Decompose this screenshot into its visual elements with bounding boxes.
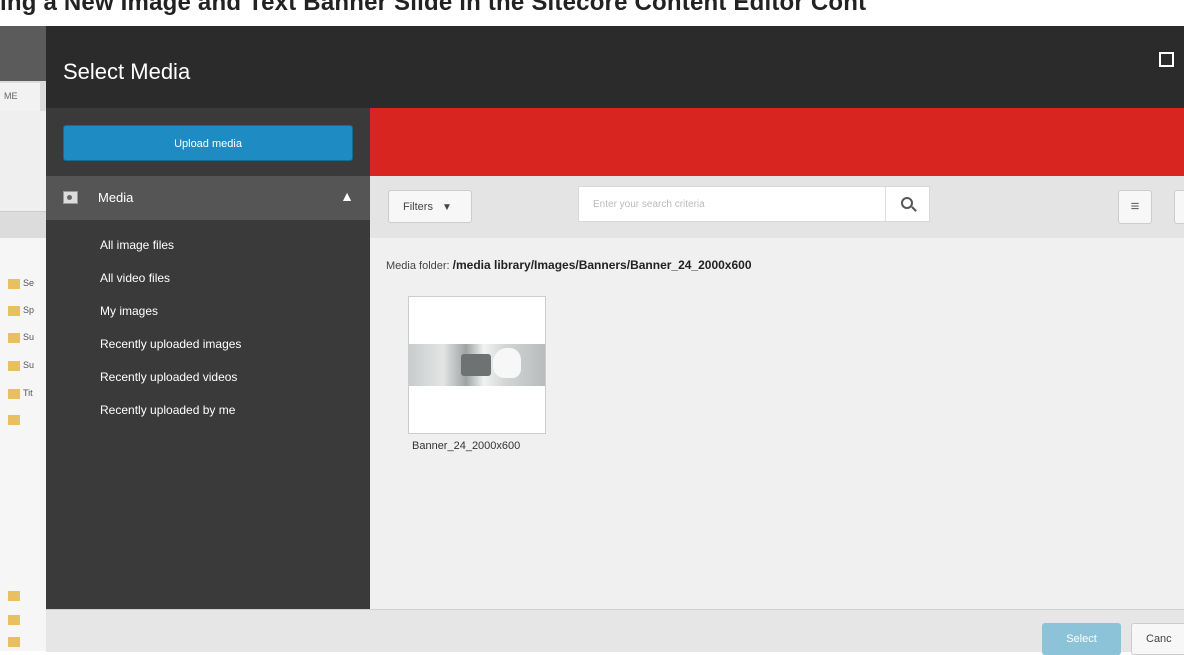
background-pane <box>0 111 46 212</box>
maximize-icon[interactable] <box>1159 52 1174 67</box>
filters-button[interactable]: Filters ▼ <box>388 190 472 223</box>
background-tab: ME <box>0 83 40 111</box>
tree-row <box>8 636 46 650</box>
media-folder-path: Media folder: /media library/Images/Bann… <box>386 258 752 272</box>
folder-icon <box>8 360 20 371</box>
folder-icon <box>8 614 20 625</box>
media-sidebar: Upload media Media ▲ All image files All… <box>46 108 370 609</box>
media-item-name[interactable]: Banner_24_2000x600 <box>412 440 520 452</box>
search-button[interactable] <box>885 187 929 221</box>
accent-banner <box>370 108 1184 176</box>
media-section-header[interactable]: Media ▲ <box>46 176 370 220</box>
media-section-label: Media <box>98 190 134 205</box>
media-item-thumbnail[interactable] <box>408 296 546 434</box>
select-button[interactable]: Select <box>1042 623 1121 655</box>
media-content: Media folder: /media library/Images/Bann… <box>370 238 1184 609</box>
nav-item-recently-uploaded-images[interactable]: Recently uploaded images <box>100 335 241 368</box>
search-input[interactable] <box>579 187 884 221</box>
background-content-editor: ME Se Sp Su Su Tit <box>0 26 46 651</box>
tree-row <box>8 614 46 628</box>
folder-icon <box>8 305 20 316</box>
media-icon <box>63 191 78 204</box>
tree-row: Se <box>8 278 46 292</box>
media-folder-label: Media folder: <box>386 260 450 272</box>
tree-row: Su <box>8 332 46 346</box>
caret-down-icon: ▼ <box>442 202 452 213</box>
nav-item-all-video-files[interactable]: All video files <box>100 269 241 302</box>
document-header-label: ing a New Image and Text Banner Slide in… <box>0 0 867 16</box>
cancel-button[interactable]: Canc <box>1131 623 1184 655</box>
folder-icon <box>8 414 20 425</box>
media-nav: All image files All video files My image… <box>100 236 241 434</box>
nav-item-recently-uploaded-by-me[interactable]: Recently uploaded by me <box>100 401 241 434</box>
dialog-footer: Select Canc <box>46 609 1184 655</box>
list-view-icon[interactable]: ≡ <box>1118 190 1152 224</box>
grid-view-button[interactable] <box>1174 190 1184 224</box>
tree-row <box>8 590 46 604</box>
nav-item-all-image-files[interactable]: All image files <box>100 236 241 269</box>
filters-label: Filters <box>403 201 433 213</box>
media-toolbar: Filters ▼ ≡ <box>370 176 1184 238</box>
upload-area: Upload media <box>46 108 370 176</box>
tree-row <box>8 414 46 428</box>
folder-icon <box>8 332 20 343</box>
media-folder-value: /media library/Images/Banners/Banner_24_… <box>452 258 752 272</box>
tree-row: Sp <box>8 305 46 319</box>
background-content-tree: Se Sp Su Su Tit <box>0 238 46 651</box>
tree-row: Su <box>8 360 46 374</box>
upload-media-button[interactable]: Upload media <box>63 125 353 161</box>
folder-icon <box>8 590 20 601</box>
nav-item-recently-uploaded-videos[interactable]: Recently uploaded videos <box>100 368 241 401</box>
folder-icon <box>8 388 20 399</box>
dialog-header: Select Media <box>46 26 1184 108</box>
chevron-up-icon[interactable]: ▲ <box>340 188 354 204</box>
search-icon <box>901 197 913 209</box>
background-ribbon <box>0 26 46 81</box>
folder-icon <box>8 636 20 647</box>
tree-row: Tit <box>8 388 46 402</box>
nav-item-my-images[interactable]: My images <box>100 302 241 335</box>
select-media-dialog: Select Media Upload media Media ▲ All im… <box>46 26 1184 655</box>
folder-icon <box>8 278 20 289</box>
search-box <box>578 186 930 222</box>
document-header-text: ing a New Image and Text Banner Slide in… <box>0 0 1184 26</box>
dialog-title: Select Media <box>63 59 191 84</box>
banner-image <box>409 344 545 386</box>
